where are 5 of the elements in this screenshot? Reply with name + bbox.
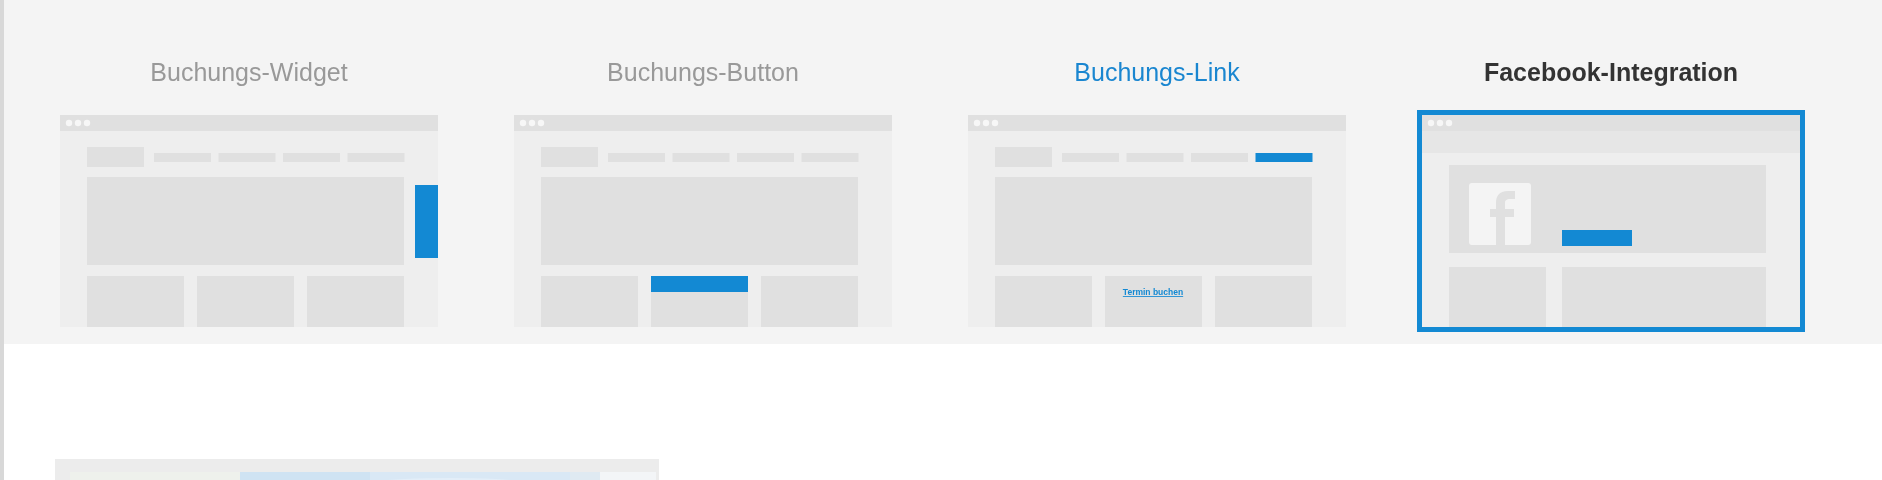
booking-link[interactable]: Termin buchen [1122,287,1184,297]
tab[interactable]: Buchungs-Link [1074,58,1240,87]
tab[interactable]: Facebook-Integration [1483,58,1739,87]
tab[interactable]: Buchungs-Button [607,58,799,87]
tab[interactable]: Buchungs-Widget [150,58,348,87]
